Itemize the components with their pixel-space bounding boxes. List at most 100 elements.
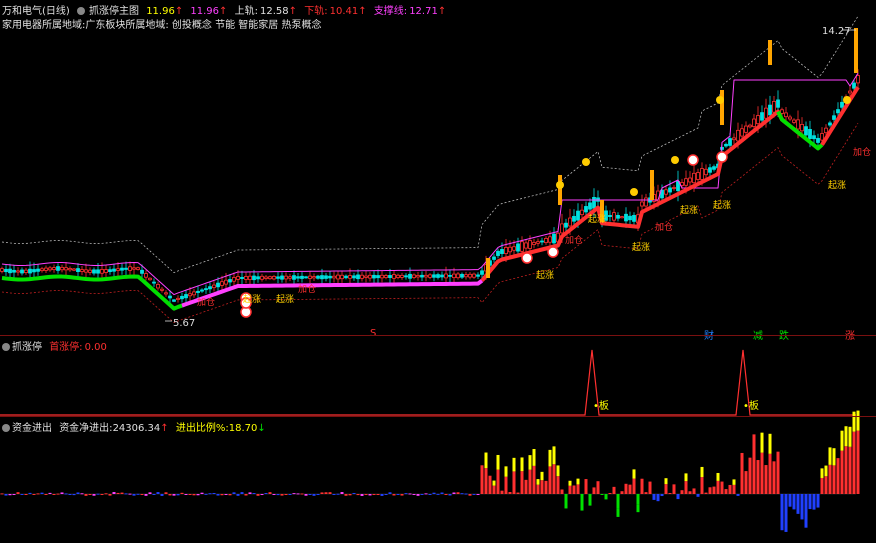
- money-flow-bar: [204, 493, 208, 495]
- candle-body: [276, 276, 280, 279]
- money-flow-bar: [28, 492, 32, 494]
- main-kline-chart[interactable]: 起涨起涨起涨起涨起涨 起涨起涨起涨加仓加仓加仓加仓加仓: [0, 0, 876, 543]
- money-flow-bar: [436, 493, 440, 495]
- money-flow-bar: [748, 457, 752, 494]
- jiacang-label: 加仓: [197, 296, 215, 308]
- candle-body: [116, 268, 120, 271]
- candle-body: [808, 129, 812, 139]
- candle-body: [308, 275, 312, 279]
- money-flow-bar: [412, 494, 416, 495]
- money-flow-bar-top: [492, 480, 496, 486]
- money-flow-bar: [164, 492, 168, 494]
- panel3-name[interactable]: 资金进出: [12, 423, 52, 434]
- money-flow-bar: [704, 492, 708, 494]
- candle-body: [348, 275, 352, 279]
- money-flow-bar: [524, 479, 528, 494]
- money-flow-bar: [344, 494, 348, 496]
- ratio-label: 进出比例%:: [175, 423, 229, 434]
- money-flow-bar: [320, 492, 324, 494]
- candle-body: [824, 127, 828, 134]
- candle-body: [156, 284, 160, 289]
- panel-separator[interactable]: [0, 335, 876, 336]
- candle-body: [96, 269, 100, 274]
- candle-body: [464, 274, 468, 278]
- candle-body: [776, 99, 780, 108]
- candle-body: [216, 282, 220, 288]
- money-flow-bar: [168, 494, 172, 496]
- qizhang-label: 起涨: [632, 242, 650, 253]
- money-flow-bar-top: [540, 471, 544, 481]
- money-flow-bar: [856, 430, 860, 494]
- money-flow-bar-top: [632, 469, 636, 479]
- money-flow-bar: [676, 494, 680, 500]
- money-flow-bar: [252, 493, 256, 495]
- candle-body: [712, 166, 716, 170]
- candle-body: [72, 268, 76, 271]
- candle-body: [668, 187, 672, 193]
- money-flow-bar: [172, 494, 176, 496]
- candle-body: [264, 276, 268, 279]
- money-flow-bar-top: [552, 446, 556, 465]
- money-flow-bar: [224, 494, 228, 495]
- money-flow-bar-top: [840, 430, 844, 451]
- money-flow-bar: [732, 484, 736, 494]
- money-flow-bar: [296, 493, 300, 495]
- indicator-settings-icon[interactable]: [2, 424, 10, 432]
- money-flow-bar: [496, 469, 500, 494]
- board-label-2: •板: [743, 401, 759, 412]
- money-flow-bar: [140, 494, 144, 495]
- candle-body: [544, 238, 548, 243]
- money-flow-bar: [796, 494, 800, 514]
- candle-body: [708, 167, 712, 173]
- money-flow-bar: [516, 492, 520, 494]
- down-arrow-icon: ↓: [257, 423, 266, 434]
- money-flow-bar: [500, 490, 504, 494]
- candle-body: [532, 242, 536, 245]
- candle-body: [448, 274, 452, 277]
- candle-body: [536, 241, 540, 244]
- net-flow-label: 资金净进出:: [59, 423, 113, 434]
- support-value: 12.71: [409, 6, 438, 17]
- candle-body: [752, 118, 756, 127]
- panel2-name[interactable]: 抓涨停: [12, 342, 42, 353]
- candle-body: [108, 269, 112, 273]
- candle-body: [500, 249, 504, 254]
- candle-body: [76, 268, 80, 272]
- money-flow-bar: [20, 494, 24, 495]
- money-flow-bar-top: [844, 426, 848, 447]
- money-flow-bar-top: [760, 432, 764, 453]
- candle-body: [528, 240, 532, 249]
- money-flow-bar-top: [732, 479, 736, 485]
- limit-up-candle: [558, 175, 562, 205]
- money-flow-bar: [588, 494, 592, 506]
- money-flow-bar: [608, 493, 612, 495]
- money-flow-bar: [132, 494, 136, 496]
- candle-body: [40, 268, 44, 272]
- qizhang-label: 起涨: [828, 180, 846, 191]
- candle-body: [292, 275, 296, 280]
- money-flow-bar: [408, 493, 412, 495]
- candle-body: [256, 276, 260, 280]
- indicator-settings-icon[interactable]: [2, 343, 10, 351]
- money-flow-bar: [472, 493, 476, 495]
- candle-body: [624, 213, 628, 222]
- limit-up-candle: [650, 170, 654, 200]
- panel-separator[interactable]: [0, 416, 876, 417]
- money-flow-bar: [124, 493, 128, 495]
- candle-body: [468, 273, 472, 278]
- candle-body: [832, 115, 836, 120]
- jiacang-label: 加仓: [655, 221, 673, 233]
- money-flow-bar: [668, 493, 672, 495]
- candle-body: [344, 275, 348, 279]
- money-flow-bar: [464, 493, 468, 495]
- money-flow-bar: [392, 494, 396, 496]
- indicator-settings-icon[interactable]: [77, 7, 85, 15]
- money-flow-bar: [120, 492, 124, 494]
- candle-body: [200, 289, 204, 292]
- money-flow-bar: [576, 484, 580, 494]
- lower-band-line: [1, 122, 859, 324]
- candle-body: [672, 187, 676, 189]
- candle-body: [588, 202, 592, 210]
- coin-icon: [716, 96, 724, 104]
- money-flow-bar: [196, 494, 200, 496]
